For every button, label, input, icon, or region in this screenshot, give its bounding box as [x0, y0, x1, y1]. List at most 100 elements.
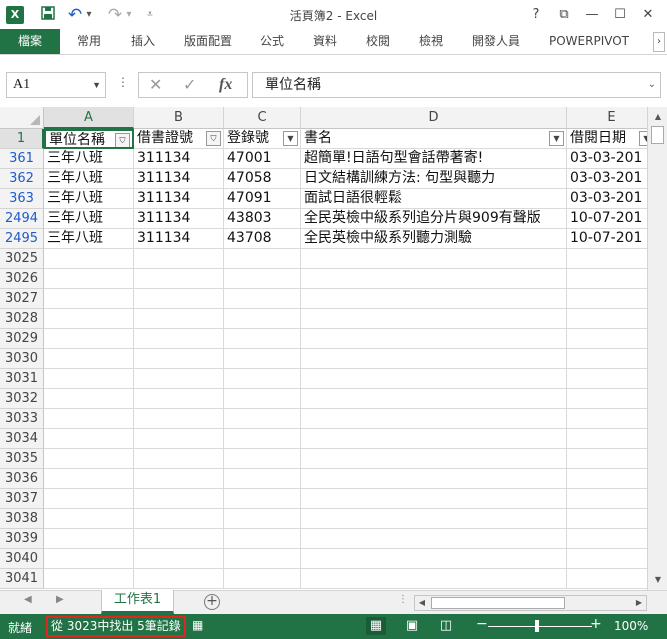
header-cell[interactable]: 單位名稱 ⛉: [44, 129, 134, 149]
page-layout-view-icon[interactable]: ▣: [402, 617, 422, 635]
close-button[interactable]: ✕: [636, 4, 660, 26]
cell[interactable]: 311134: [134, 209, 224, 229]
cell[interactable]: 03-03-201: [567, 149, 647, 169]
cell[interactable]: [44, 389, 134, 409]
expand-formula-bar-icon[interactable]: ⌄: [648, 73, 656, 97]
cell[interactable]: 全民英檢中級系列聽力測驗: [301, 229, 567, 249]
macro-recording-icon[interactable]: ▦: [192, 618, 203, 632]
cell[interactable]: 03-03-201: [567, 169, 647, 189]
row-header[interactable]: 3037: [0, 489, 44, 509]
cell[interactable]: [44, 549, 134, 569]
cell[interactable]: [134, 289, 224, 309]
cell[interactable]: [224, 509, 301, 529]
cell[interactable]: [134, 529, 224, 549]
row-header[interactable]: 3041: [0, 569, 44, 589]
horizontal-scrollbar[interactable]: ◀ ▶: [414, 595, 647, 611]
cell[interactable]: 311134: [134, 189, 224, 209]
header-cell[interactable]: 借閱日期 ▼: [567, 129, 647, 149]
scroll-right-icon[interactable]: ▶: [632, 596, 646, 610]
row-header[interactable]: 3034: [0, 429, 44, 449]
row-header[interactable]: 363: [0, 189, 44, 209]
cell[interactable]: [567, 449, 647, 469]
cell[interactable]: 311134: [134, 149, 224, 169]
minimize-button[interactable]: —: [580, 4, 604, 26]
zoom-slider[interactable]: [488, 626, 592, 627]
cell[interactable]: [301, 409, 567, 429]
cell[interactable]: [44, 429, 134, 449]
name-box-dropdown-icon[interactable]: ▼: [92, 73, 101, 97]
column-header-a[interactable]: A: [44, 107, 134, 129]
row-header[interactable]: 3025: [0, 249, 44, 269]
insert-function-icon[interactable]: fx: [219, 73, 232, 97]
zoom-level[interactable]: 100%: [614, 619, 648, 633]
cell[interactable]: [134, 369, 224, 389]
cell[interactable]: [44, 409, 134, 429]
cell[interactable]: [567, 369, 647, 389]
filter-applied-icon[interactable]: ⛉: [115, 133, 130, 147]
header-cell[interactable]: 借書證號 ⛉: [134, 129, 224, 149]
row-header[interactable]: 3033: [0, 409, 44, 429]
cell[interactable]: [224, 429, 301, 449]
cell[interactable]: [134, 509, 224, 529]
cell[interactable]: [44, 489, 134, 509]
column-header-e[interactable]: E: [567, 107, 647, 129]
cell[interactable]: [567, 309, 647, 329]
cell[interactable]: [224, 549, 301, 569]
sheet-bar-splitter-icon[interactable]: ⋮: [398, 594, 408, 605]
cell[interactable]: [301, 309, 567, 329]
cell[interactable]: 10-07-201: [567, 229, 647, 249]
tab-powerpivot[interactable]: POWERPIVOT: [544, 29, 634, 54]
maximize-button[interactable]: ☐: [608, 4, 632, 26]
row-header[interactable]: 3030: [0, 349, 44, 369]
cell[interactable]: [224, 469, 301, 489]
cell[interactable]: [44, 329, 134, 349]
cell[interactable]: 43708: [224, 229, 301, 249]
cell[interactable]: [301, 469, 567, 489]
header-cell[interactable]: 登錄號 ▼: [224, 129, 301, 149]
cell[interactable]: [567, 349, 647, 369]
scroll-left-icon[interactable]: ◀: [415, 596, 429, 610]
cell[interactable]: [44, 469, 134, 489]
tab-view[interactable]: 檢視: [412, 29, 450, 54]
cell[interactable]: 三年八班: [44, 209, 134, 229]
cell[interactable]: [134, 329, 224, 349]
cell[interactable]: 三年八班: [44, 169, 134, 189]
cell[interactable]: [44, 529, 134, 549]
row-header[interactable]: 3038: [0, 509, 44, 529]
cell[interactable]: [224, 289, 301, 309]
cell[interactable]: [567, 469, 647, 489]
cell[interactable]: [44, 369, 134, 389]
cell[interactable]: [44, 509, 134, 529]
zoom-in-icon[interactable]: +: [590, 616, 602, 632]
cell[interactable]: [44, 249, 134, 269]
cell[interactable]: [567, 429, 647, 449]
cell[interactable]: [224, 529, 301, 549]
zoom-slider-knob[interactable]: [535, 620, 539, 632]
filter-dropdown-icon[interactable]: ▼: [283, 131, 298, 146]
cell[interactable]: [134, 549, 224, 569]
row-header[interactable]: 3040: [0, 549, 44, 569]
cell[interactable]: [224, 569, 301, 589]
cell[interactable]: 三年八班: [44, 189, 134, 209]
name-box[interactable]: A1 ▼: [6, 72, 106, 98]
cell[interactable]: 47001: [224, 149, 301, 169]
cancel-icon[interactable]: ✕: [149, 73, 162, 97]
formula-input[interactable]: 單位名稱 ⌄: [252, 72, 661, 98]
row-header[interactable]: 362: [0, 169, 44, 189]
cell[interactable]: 311134: [134, 169, 224, 189]
cell[interactable]: [44, 569, 134, 589]
column-header-b[interactable]: B: [134, 107, 224, 129]
cell[interactable]: 311134: [134, 229, 224, 249]
cell[interactable]: 43803: [224, 209, 301, 229]
cell[interactable]: [224, 249, 301, 269]
cell[interactable]: [301, 549, 567, 569]
tab-formulas[interactable]: 公式: [254, 29, 290, 54]
cell[interactable]: [301, 509, 567, 529]
horizontal-scroll-thumb[interactable]: [431, 597, 565, 609]
cell[interactable]: [301, 349, 567, 369]
cell[interactable]: 日文結構訓練方法: 句型與聽力: [301, 169, 567, 189]
cell[interactable]: [224, 349, 301, 369]
row-header[interactable]: 2495: [0, 229, 44, 249]
cell[interactable]: [301, 529, 567, 549]
scroll-up-icon[interactable]: ▲: [651, 110, 665, 124]
